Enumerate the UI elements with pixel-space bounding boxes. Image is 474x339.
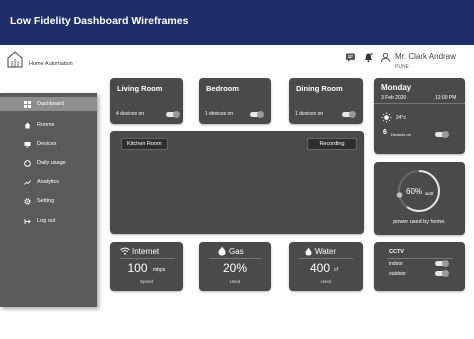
cctv-card: CCTV indoor outdoor [374, 242, 465, 291]
room-card-bedroom[interactable]: Bedroom 1 devices on [199, 78, 271, 124]
power-percent: 60% [406, 187, 423, 196]
bell-icon[interactable] [363, 52, 374, 63]
sidebar-item-label: Daily usage [37, 160, 66, 166]
power-unit: watt [425, 191, 434, 196]
sidebar: Dashboard Rooms Devices Daily usage Anal… [0, 93, 97, 307]
sidebar-item-label: Dashboard [37, 101, 64, 107]
sidebar-item-dashboard[interactable]: Dashboard [0, 97, 97, 111]
home-logo-icon [7, 51, 23, 68]
clock-icon [24, 159, 31, 167]
devices-on-count: 6 [383, 129, 387, 136]
water-label: Used [320, 279, 332, 284]
drop-icon [305, 247, 312, 256]
room-devices-count: 1 devices on [205, 111, 234, 117]
devices-toggle[interactable] [435, 131, 449, 138]
room-toggle[interactable] [342, 111, 356, 118]
weather-temperature: 24°c [396, 115, 407, 121]
recording-button[interactable]: Recording [307, 138, 357, 150]
weather-time: 12:00 PM [435, 95, 457, 101]
divider [209, 258, 261, 259]
kitchen-room-label: Kitchen Room [121, 138, 168, 150]
user-name: Mr. Clark Andraw [395, 52, 456, 61]
weather-day: Monday [381, 83, 412, 92]
gear-icon [24, 197, 31, 205]
sun-icon [381, 112, 392, 123]
room-card-dining-room[interactable]: Dining Room 1 devices on [289, 78, 363, 124]
user-icon[interactable] [380, 52, 391, 63]
sidebar-item-log-out[interactable]: Log out [0, 214, 97, 228]
sidebar-item-label: Log out [37, 218, 56, 224]
camera-feed-panel[interactable]: Kitchen Room Recording [110, 131, 364, 234]
internet-label: Speed [139, 279, 153, 284]
divider [374, 103, 465, 104]
sidebar-item-label: Analytics [37, 179, 60, 185]
cctv-indoor-label: indoor [389, 261, 403, 267]
water-value: 400 [309, 261, 331, 275]
cctv-indoor-toggle[interactable] [435, 260, 449, 267]
water-title: Water [315, 247, 337, 256]
cctv-outdoor-toggle[interactable] [435, 270, 449, 277]
gas-label: Used [229, 279, 241, 284]
room-devices-count: 1 devices on [295, 111, 324, 117]
internet-unit: mbps [153, 267, 166, 273]
sidebar-item-daily-usage[interactable]: Daily usage [0, 156, 97, 170]
title-banner: Low Fidelity Dashboard Wireframes [0, 0, 474, 45]
sidebar-item-rooms[interactable]: Rooms [0, 118, 97, 132]
sidebar-item-analytics[interactable]: Analytics [0, 175, 97, 189]
water-unit: cf [334, 267, 338, 273]
sidebar-item-label: Setting [37, 198, 55, 204]
power-caption: power used by home. [393, 219, 446, 225]
cctv-outdoor-label: outdoor [389, 271, 406, 277]
sidebar-item-setting[interactable]: Setting [0, 194, 97, 208]
gas-title: Gas [229, 247, 244, 256]
divider [387, 258, 453, 259]
logout-icon [24, 218, 31, 224]
grid-icon [24, 100, 31, 108]
sidebar-item-label: Devices [37, 141, 57, 147]
room-toggle[interactable] [166, 111, 180, 118]
gas-card: Gas 20% Used [199, 242, 271, 291]
divider [120, 258, 175, 259]
monitor-icon [24, 141, 31, 147]
room-title: Living Room [117, 84, 163, 93]
gas-value: 20% [222, 261, 248, 275]
divider [299, 258, 353, 259]
room-title: Dining Room [296, 84, 343, 93]
sidebar-item-devices[interactable]: Devices [0, 137, 97, 151]
room-devices-count: 4 devices on [116, 111, 145, 117]
weather-card: Monday 3 Feb 2020 12:00 PM 24°c 6 Device… [374, 78, 465, 154]
room-card-living-room[interactable]: Living Room 4 devices on [110, 78, 183, 124]
home-icon [24, 122, 31, 128]
app-name: Home Automation [29, 61, 73, 67]
devices-on-label: Devices on [391, 132, 411, 137]
room-toggle[interactable] [250, 111, 264, 118]
trend-icon [24, 179, 31, 185]
chat-icon[interactable] [345, 52, 356, 63]
water-card: Water 400 cf Used [289, 242, 363, 291]
cctv-title: CCTV [389, 249, 404, 255]
flame-icon [218, 246, 226, 256]
user-location: PUNE [395, 64, 409, 70]
weather-date: 3 Feb 2020 [381, 95, 407, 101]
power-usage-card: 60% watt power used by home. [374, 162, 465, 235]
internet-card: Internet 100 mbps Speed [110, 242, 183, 291]
banner-title: Low Fidelity Dashboard Wireframes [10, 15, 189, 27]
room-title: Bedroom [206, 84, 239, 93]
sidebar-item-label: Rooms [37, 122, 55, 128]
wifi-icon [120, 247, 130, 255]
internet-title: Internet [132, 247, 160, 256]
